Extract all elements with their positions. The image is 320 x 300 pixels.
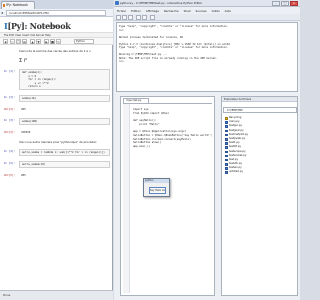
notebook-cell[interactable]: In [4]: autre_somme = lambda n: sum([i**2… [4,149,110,158]
notebook-cell[interactable]: Out[2]: 285 [4,107,110,116]
debug-icon[interactable] [142,15,147,20]
dialog-title: python [144,179,169,183]
file-name: testwx.py [229,166,242,170]
open-file-icon[interactable] [122,15,127,20]
file-name: testvtk.py [229,162,243,166]
copy-icon[interactable]: ❐ [16,39,21,44]
file-name: testmatplot.py [229,132,249,136]
notebook-cell[interactable]: In [1]: def somme(n): s = 0 for i in rang… [4,69,110,92]
output-prompt: Out[2]: [4,107,15,111]
stop-kernel-icon[interactable]: ■ [50,39,55,44]
browser-tab-bar: IPy: Notebook [0,0,113,9]
file-name: testQt.py [229,145,242,149]
python-console[interactable]: Type "help", "copyright", "credits" or "… [116,22,298,92]
address-bar-row: ◂ localhost:8888/a80d2f9-0f8c [0,9,113,17]
paste-icon[interactable]: ▤ [22,39,27,44]
input-prompt: In [3]: [4,119,15,123]
back-arrow-icon[interactable]: ◂ [1,10,5,15]
cell-type-select[interactable]: Python [74,39,94,44]
address-field[interactable]: localhost:8888/a80d2f9-0f8c [6,10,106,16]
ide-menu-item[interactable]: Shell [184,9,191,13]
say-hello-button[interactable]: Say Hello world! [149,187,166,194]
file-explorer-pane: Explorateur de fichiers C:\TEMP\TMP Recy… [221,96,298,296]
ide-menu-item[interactable]: Edition [131,9,141,13]
cut-icon[interactable]: ✂ [10,39,15,44]
notebook-cell[interactable]: In [5]: autre_somme(10) [4,161,110,170]
move-down-icon[interactable]: ▼ [36,39,41,44]
ide-menu-item[interactable]: Recherche [164,9,179,13]
input-prompt: In [2]: [4,96,15,99]
file-list: Recycling main.py testgui.py testgui2.py tes… [225,116,297,175]
python-file-icon [225,171,228,175]
save-file-icon[interactable] [128,15,133,20]
code-input[interactable]: def somme(n): s = 0 for i in range(n): s… [19,69,110,90]
ide-toolbar [114,14,300,21]
output-prompt: Out[5]: [4,173,15,177]
code-input[interactable]: somme(100) [19,118,110,125]
file-name: test.py [229,157,238,161]
app-icon [115,1,119,5]
input-prompt: In [4]: [4,150,15,154]
notebook-cell[interactable]: In [3]: somme(100) [4,118,110,127]
file-name: main.py [229,120,240,124]
ide-menu-item[interactable]: Aide [225,9,231,13]
ide-title: pythonxy - C:\TEMP\TMP\test.py - Interac… [120,1,203,5]
file-name: untitled.py [229,170,244,174]
markdown-text: Σ i² [19,58,28,64]
cell-output: 285 [21,107,26,111]
notebook-cell[interactable]: Calcul de la somme des carrés des entier… [4,50,110,55]
file-name: testsocket.py [229,153,247,157]
file-name: test1.py [229,141,240,145]
close-icon[interactable]: × [290,1,298,6]
input-prompt: In [1]: [4,70,15,73]
save-icon[interactable]: ▪ [3,39,8,44]
notebook-cell[interactable]: Out[3]: 328350 [4,130,110,139]
file-name: testscope.py [229,149,246,153]
notebook-cell[interactable]: Voici une autre manière plus "pythonique… [4,141,110,146]
cell-output: 328350 [21,130,31,134]
ipython-logo: I[Py]: Notebook [4,21,71,31]
qt-dialog-window: python Say Hello world! [143,178,170,197]
maximize-icon[interactable]: □ [281,1,289,6]
code-input[interactable]: somme(10) [19,95,110,102]
code-input[interactable]: autre_somme(10) [19,161,110,168]
ide-menu-item[interactable]: Affichage [146,9,159,13]
browser-window: IPy: Notebook ◂ localhost:8888/a80d2f9-0… [0,0,113,300]
browser-tab[interactable]: IPy: Notebook [1,1,35,9]
markdown-text: Voici une autre manière plus "pythonique… [19,141,97,145]
find-icon[interactable] [150,15,155,20]
ide-menu-item[interactable]: Outils [212,9,220,13]
browser-tab-title: IPy: Notebook [6,3,28,7]
move-up-icon[interactable]: ▲ [30,39,35,44]
ide-window: pythonxy - C:\TEMP\TMP\test.py - Interac… [114,0,300,300]
notebook-favicon-icon [3,4,5,7]
code-input[interactable]: autre_somme = lambda n: sum([i**2 for i … [19,149,110,156]
file-name: testpylab.py [229,136,246,140]
output-prompt: Out[3]: [4,130,15,134]
file-explorer-path[interactable]: C:\TEMP\TMP [223,107,297,113]
notebook-cell[interactable]: In [2]: somme(10) [4,95,110,104]
ide-menu-item[interactable]: Sources [196,9,207,13]
input-prompt: In [5]: [4,162,15,165]
code-editor[interactable]: import sys from PyQt4 import QtGui def s… [123,103,212,293]
file-name: testgui2.py [229,128,244,132]
file-explorer-header: Explorateur de fichiers [222,97,297,102]
file-list-item[interactable]: untitled.py [225,170,297,175]
cell-output: 285 [21,173,26,177]
run-cell-icon[interactable]: ▶ [44,39,49,44]
new-file-icon[interactable] [116,15,121,20]
restart-icon[interactable]: ↻ [56,39,61,44]
file-name: Recycling [229,116,242,119]
ide-title-bar: pythonxy - C:\TEMP\TMP\test.py - Interac… [114,0,300,7]
browser-status-bar: Done [0,290,113,300]
notebook-toolbar: ▪ ✂ ❐ ▤ ▲ ▼ ▶ ■ ↻ Python [0,38,113,45]
notebook-name[interactable]: Untitled0 [44,24,59,28]
minimize-icon[interactable]: – [272,1,280,6]
run-icon[interactable] [136,15,141,20]
markdown-text: Calcul de la somme des carrés des entier… [19,50,91,53]
file-name: testgui.py [229,124,242,128]
notebook-cell[interactable]: Out[5]: 285 [4,173,110,182]
notebook-cell[interactable]: Σ i² [4,58,110,66]
ide-menu-item[interactable]: Fichier [117,9,126,13]
